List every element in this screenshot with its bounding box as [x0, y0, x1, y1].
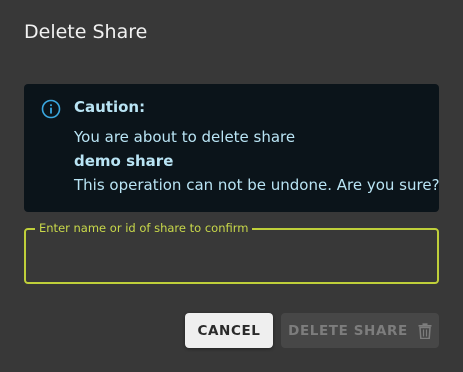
- alert-message: You are about to delete share: [74, 128, 296, 146]
- delete-share-dialog: Delete Share Caution: You are about to d…: [0, 0, 463, 372]
- alert-heading: Caution:: [74, 98, 146, 116]
- caution-alert: Caution: You are about to delete share d…: [24, 84, 440, 212]
- confirm-input[interactable]: [38, 244, 427, 270]
- cancel-button-label: CANCEL: [197, 322, 261, 339]
- delete-button-label: DELETE SHARE: [288, 322, 408, 339]
- delete-share-button[interactable]: DELETE SHARE: [281, 313, 439, 348]
- trash-icon: [418, 322, 432, 339]
- alert-warning: This operation can not be undone. Are yo…: [74, 176, 440, 194]
- cancel-button[interactable]: CANCEL: [185, 313, 273, 348]
- info-circle-icon: [41, 99, 61, 119]
- dialog-title: Delete Share: [24, 21, 148, 43]
- share-name: demo share: [74, 152, 174, 170]
- confirm-field-label: Enter name or id of share to confirm: [35, 221, 253, 235]
- confirm-field[interactable]: Enter name or id of share to confirm: [24, 221, 439, 284]
